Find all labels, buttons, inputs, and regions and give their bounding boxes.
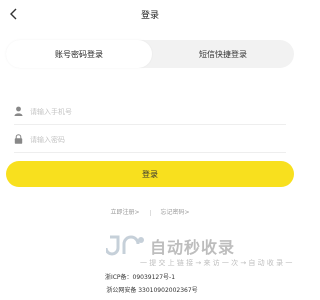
icp-record[interactable]: 浙ICP备：09039127号-1	[0, 272, 300, 281]
register-link[interactable]: 立即注册>	[110, 209, 139, 216]
phone-field	[14, 100, 286, 125]
watermark: 自动秒收录 一 提 交 上 链 接 → 来 访 一 次 → 自 动 收 录 一	[106, 232, 292, 276]
login-button[interactable]: 登录	[6, 161, 294, 187]
tab-password-login[interactable]: 账号密码登录	[6, 40, 152, 68]
page-title: 登录	[140, 11, 159, 21]
watermark-subtitle: 一 提 交 上 链 接 → 来 访 一 次 → 自 动 收 录 一	[140, 259, 293, 267]
phone-input[interactable]	[28, 102, 282, 122]
user-icon	[14, 106, 23, 116]
police-record[interactable]: 浙公网安备 33010902002367号	[4, 285, 300, 294]
auth-links: 立即注册> 忘记密码>	[0, 207, 300, 216]
password-field	[14, 128, 286, 153]
tab-sms-login[interactable]: 短信快捷登录	[152, 40, 294, 68]
forgot-password-link[interactable]: 忘记密码>	[161, 209, 190, 216]
lock-icon	[14, 134, 23, 144]
watermark-logo-icon	[106, 235, 144, 256]
login-tabs: 账号密码登录 短信快捷登录	[6, 40, 294, 68]
watermark-title: 自动秒收录	[150, 238, 236, 257]
link-divider	[149, 209, 151, 216]
password-input[interactable]	[28, 130, 282, 150]
header-bar: 登录	[0, 0, 300, 30]
